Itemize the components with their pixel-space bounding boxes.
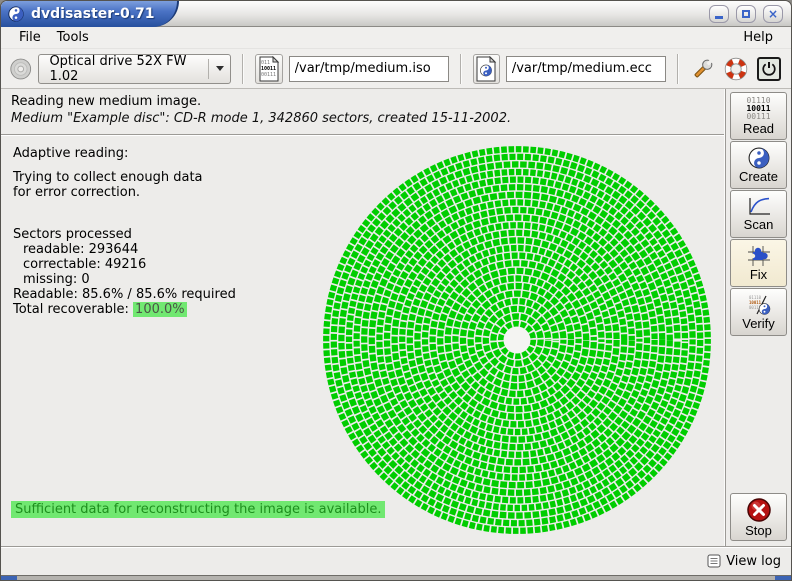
status-bar: View log bbox=[1, 546, 791, 575]
preferences-button[interactable] bbox=[690, 53, 717, 85]
power-icon bbox=[756, 56, 782, 82]
menu-help[interactable]: Help bbox=[735, 28, 781, 47]
menu-tools[interactable]: Tools bbox=[49, 28, 97, 47]
read-button-label: Read bbox=[743, 121, 774, 136]
image-file-input[interactable] bbox=[289, 56, 449, 82]
menu-file[interactable]: File bbox=[11, 28, 49, 47]
yin-yang-icon bbox=[8, 6, 24, 22]
iso-file-icon: 011 10011 00111 bbox=[258, 56, 280, 82]
ecc-file-icon bbox=[475, 56, 497, 82]
panel-desc-line: Trying to collect enough data bbox=[13, 170, 236, 185]
action-sidebar: 01110 10011 00111 Read Create bbox=[725, 89, 791, 546]
drive-selector-value: Optical drive 52X FW 1.02 bbox=[49, 54, 200, 84]
lifesaver-icon bbox=[724, 57, 748, 81]
scan-curve-icon bbox=[746, 197, 772, 217]
drive-selector[interactable]: Optical drive 52X FW 1.02 bbox=[38, 54, 231, 84]
footer-status-message: Sufficient data for reconstructing the i… bbox=[11, 501, 385, 518]
log-list-icon bbox=[707, 554, 721, 568]
total-recoverable-value: 100.0% bbox=[133, 302, 187, 317]
resize-corner-right[interactable] bbox=[775, 576, 791, 581]
toolbar-separator bbox=[460, 54, 462, 84]
total-recoverable-line: Total recoverable: 100.0% bbox=[13, 302, 236, 317]
create-button[interactable]: Create bbox=[730, 141, 787, 189]
reading-stats-panel: Adaptive reading: Trying to collect enou… bbox=[13, 146, 236, 317]
wrench-icon bbox=[691, 57, 715, 81]
content-area: Reading new medium image. Medium "Exampl… bbox=[1, 89, 791, 546]
minimize-icon bbox=[715, 16, 723, 19]
cd-drive-icon bbox=[9, 56, 32, 82]
close-button[interactable]: × bbox=[763, 5, 783, 23]
chevron-down-icon bbox=[216, 66, 224, 71]
scan-button-label: Scan bbox=[744, 217, 774, 232]
total-recoverable-label: Total recoverable: bbox=[13, 302, 129, 317]
verify-button-label: Verify bbox=[742, 316, 775, 331]
sectors-missing: missing: 0 bbox=[13, 272, 236, 287]
view-log-button[interactable]: View log bbox=[707, 554, 781, 569]
maximize-icon bbox=[742, 10, 750, 18]
window-title: dvdisaster-0.71 bbox=[31, 6, 155, 22]
toolbar-separator bbox=[677, 54, 679, 84]
toolbar: Optical drive 52X FW 1.02 011 10011 0011… bbox=[1, 49, 791, 89]
drive-selector-arrow bbox=[208, 59, 224, 79]
main-column: Reading new medium image. Medium "Exampl… bbox=[1, 89, 725, 546]
menu-bar: File Tools Help bbox=[1, 27, 791, 49]
close-icon: × bbox=[768, 7, 778, 21]
stop-button[interactable]: Stop bbox=[730, 493, 787, 541]
disc-spiral-visualization bbox=[317, 140, 717, 540]
maximize-button[interactable] bbox=[736, 5, 756, 23]
fix-button[interactable]: Fix bbox=[730, 239, 787, 287]
scan-button[interactable]: Scan bbox=[730, 190, 787, 238]
stop-button-label: Stop bbox=[745, 523, 772, 538]
puzzle-icon bbox=[747, 245, 771, 267]
panel-spacer bbox=[13, 200, 236, 227]
quit-button[interactable] bbox=[756, 53, 783, 85]
status-header: Reading new medium image. Medium "Exampl… bbox=[1, 89, 724, 135]
sectors-correctable: correctable: 49216 bbox=[13, 257, 236, 272]
medium-info-line: Medium "Example disc": CD-R mode 1, 3428… bbox=[11, 111, 714, 126]
ecc-file-button[interactable] bbox=[473, 54, 500, 84]
panel-title: Adaptive reading: bbox=[13, 146, 236, 161]
readable-percentage: Readable: 85.6% / 85.6% required bbox=[13, 287, 236, 302]
image-file-button[interactable]: 011 10011 00111 bbox=[255, 54, 282, 84]
window-controls: × bbox=[709, 5, 783, 23]
ecc-file-input[interactable] bbox=[506, 56, 666, 82]
window-bottom-frame bbox=[1, 575, 791, 581]
read-button[interactable]: 01110 10011 00111 Read bbox=[730, 92, 787, 140]
stop-icon bbox=[746, 497, 772, 523]
app-window: dvdisaster-0.71 × File Tools Help Optica… bbox=[0, 0, 792, 581]
sectors-heading: Sectors processed bbox=[13, 227, 236, 242]
binary-icon: 01110 10011 00111 bbox=[746, 97, 770, 121]
view-log-label: View log bbox=[726, 554, 781, 569]
help-button[interactable] bbox=[723, 53, 750, 85]
resize-corner-left[interactable] bbox=[1, 576, 17, 581]
panel-desc-line: for error correction. bbox=[13, 185, 236, 200]
title-bar: dvdisaster-0.71 × bbox=[1, 1, 791, 27]
verify-icon: 01110 10011 00111 bbox=[746, 294, 772, 316]
status-line: Reading new medium image. bbox=[11, 94, 714, 109]
toolbar-separator bbox=[242, 54, 244, 84]
fix-button-label: Fix bbox=[750, 267, 767, 282]
minimize-button[interactable] bbox=[709, 5, 729, 23]
sectors-readable: readable: 293644 bbox=[13, 242, 236, 257]
title-tab: dvdisaster-0.71 bbox=[1, 1, 179, 27]
yin-yang-icon bbox=[748, 147, 770, 169]
create-button-label: Create bbox=[739, 169, 778, 184]
verify-button[interactable]: 01110 10011 00111 Verify bbox=[730, 288, 787, 336]
svg-text:00111: 00111 bbox=[261, 72, 276, 78]
